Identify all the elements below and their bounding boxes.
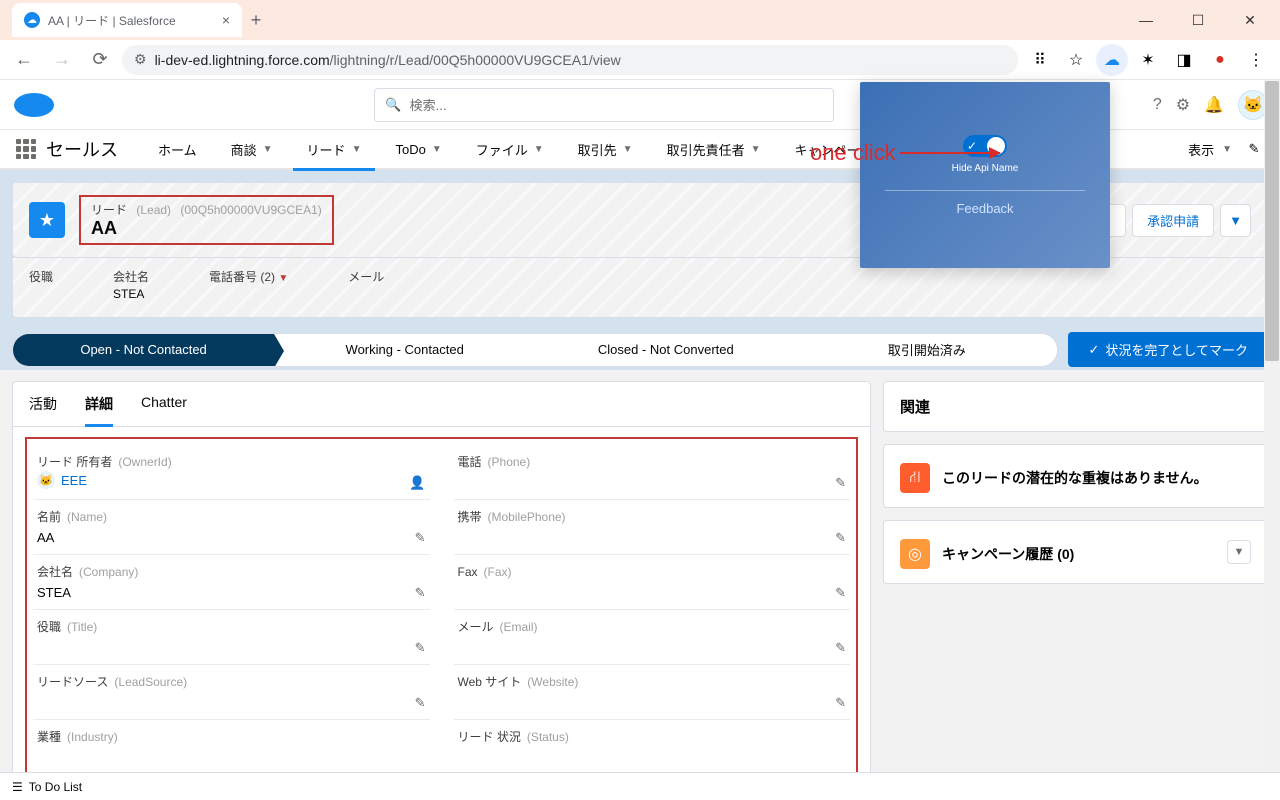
nav-file[interactable]: ファイル▼ (462, 129, 558, 169)
chevron-down-icon: ▼ (623, 144, 633, 155)
extensions-icon[interactable]: ✶ (1132, 44, 1164, 76)
salesforce-favicon-icon: ☁ (24, 12, 40, 28)
duplicates-card: ⛙ このリードの潜在的な重複はありません。 (883, 444, 1268, 508)
tab-detail[interactable]: 詳細 (85, 382, 113, 426)
minimize-icon[interactable]: — (1124, 4, 1168, 36)
app-launcher-icon[interactable] (12, 135, 40, 163)
chevron-down-icon: ▼ (263, 144, 273, 155)
path-step[interactable]: Open - Not Contacted (13, 334, 274, 366)
annotation-arrow: one click (810, 140, 1000, 166)
browser-toolbar: ← → ⟳ ⚙ li-dev-ed.lightning.force.com/li… (0, 40, 1280, 80)
detail-fields: リード 所有者(OwnerId)🐱EEE👤 電話(Phone)✎ 名前(Name… (25, 437, 858, 783)
search-icon: 🔍 (385, 97, 401, 113)
related-card: 関連 (883, 381, 1268, 432)
profile-icon[interactable]: ● (1204, 44, 1236, 76)
chevron-down-icon: ▼ (432, 144, 442, 155)
record-title-box: リード (Lead) (00Q5h00000VU9GCEA1) AA (79, 195, 334, 245)
nav-opportunity[interactable]: 商談▼ (217, 129, 287, 169)
translate-icon[interactable]: ⠿ (1024, 44, 1056, 76)
feedback-link[interactable]: Feedback (956, 201, 1013, 216)
chevron-down-icon: ▼ (534, 144, 544, 155)
campaign-icon: ◎ (900, 539, 930, 569)
close-tab-icon[interactable]: × (222, 12, 230, 28)
notifications-icon[interactable]: 🔔 (1204, 95, 1224, 115)
browser-tab[interactable]: ☁ AA | リード | Salesforce × (12, 3, 242, 37)
chevron-down-icon[interactable]: ▼ (1222, 144, 1232, 155)
nav-lead[interactable]: リード▼ (293, 129, 376, 169)
back-button[interactable]: ← (8, 44, 40, 76)
path-assistant: Open - Not Contacted Working - Contacted… (12, 332, 1268, 367)
browser-tab-strip: ☁ AA | リード | Salesforce × + — ☐ ✕ (0, 0, 1280, 40)
edit-icon[interactable]: ✎ (835, 695, 846, 711)
close-window-icon[interactable]: ✕ (1228, 4, 1272, 36)
approve-button[interactable]: 承認申請 (1132, 204, 1214, 237)
lead-icon: ★ (29, 202, 65, 238)
menu-icon[interactable]: ⋮ (1240, 44, 1272, 76)
edit-icon[interactable]: ✎ (835, 530, 846, 546)
nav-account[interactable]: 取引先▼ (564, 129, 647, 169)
todo-list-button[interactable]: To Do List (29, 780, 82, 794)
edit-icon[interactable]: ✎ (835, 475, 846, 491)
record-name: AA (91, 218, 322, 239)
edit-icon[interactable]: ✎ (415, 530, 426, 546)
main-column: 活動 詳細 Chatter リード 所有者(OwnerId)🐱EEE👤 電話(P… (12, 381, 871, 794)
reload-button[interactable]: ⟳ (84, 44, 116, 76)
campaign-history-card: ◎ キャンペーン履歴 (0) ▼ (883, 520, 1268, 584)
forward-button[interactable]: → (46, 44, 78, 76)
help-icon[interactable]: ? (1153, 96, 1162, 114)
tab-title: AA | リード | Salesforce (48, 12, 214, 29)
tab-chatter[interactable]: Chatter (141, 382, 187, 426)
edit-icon[interactable]: ✎ (835, 585, 846, 601)
nav-contact[interactable]: 取引先責任者▼ (653, 129, 775, 169)
edit-icon[interactable]: ✎ (415, 695, 426, 711)
vertical-scrollbar[interactable] (1264, 80, 1280, 772)
side-panel-icon[interactable]: ◨ (1168, 44, 1200, 76)
todo-list-icon[interactable]: ☰ (12, 780, 23, 794)
nav-todo[interactable]: ToDo▼ (381, 129, 455, 169)
maximize-icon[interactable]: ☐ (1176, 4, 1220, 36)
edit-icon[interactable]: ✎ (835, 640, 846, 656)
app-name: セールス (46, 136, 118, 162)
site-settings-icon[interactable]: ⚙ (134, 51, 147, 68)
window-controls: — ☐ ✕ (1124, 4, 1272, 36)
salesforce-logo-icon (12, 91, 56, 119)
path-step[interactable]: Working - Contacted (274, 334, 535, 366)
owner-link[interactable]: EEE (61, 473, 87, 488)
owner-avatar-icon: 🐱 (37, 471, 55, 489)
side-column: 関連 ⛙ このリードの潜在的な重複はありません。 ◎ キャンペーン履歴 (0) … (883, 381, 1268, 794)
scrollbar-thumb[interactable] (1265, 81, 1279, 361)
tab-activity[interactable]: 活動 (29, 382, 57, 426)
path-step[interactable]: Closed - Not Converted (535, 334, 796, 366)
display-label: 表示 (1188, 140, 1214, 159)
divider (885, 190, 1085, 191)
utility-bar: ☰ To Do List (0, 772, 1280, 800)
chevron-down-icon: ▼ (352, 144, 362, 155)
nav-home[interactable]: ホーム (144, 129, 211, 169)
extension-icons: ⠿ ☆ ☁ ✶ ◨ ● ⋮ (1024, 44, 1272, 76)
more-actions-button[interactable]: ▼ (1220, 204, 1251, 237)
mark-complete-button[interactable]: ✓ 状況を完了としてマーク (1068, 332, 1268, 367)
merge-icon: ⛙ (900, 463, 930, 493)
record-tabs: 活動 詳細 Chatter (13, 382, 870, 427)
new-tab-button[interactable]: + (242, 10, 270, 31)
chevron-down-icon: ▼ (751, 144, 761, 155)
setup-gear-icon[interactable]: ⚙ (1176, 95, 1190, 115)
change-owner-icon[interactable]: 👤 (409, 475, 425, 491)
global-search[interactable]: 🔍 検索... (374, 88, 834, 122)
salesforce-extension-icon[interactable]: ☁ (1096, 44, 1128, 76)
edit-icon[interactable]: ✎ (415, 640, 426, 656)
extension-popup: ✓ Hide Api Name Feedback (860, 82, 1110, 268)
edit-icon[interactable]: ✎ (415, 585, 426, 601)
bookmark-icon[interactable]: ☆ (1060, 44, 1092, 76)
path-step[interactable]: 取引開始済み (796, 334, 1057, 366)
address-bar[interactable]: ⚙ li-dev-ed.lightning.force.com/lightnin… (122, 45, 1018, 75)
expand-button[interactable]: ▼ (1227, 540, 1251, 564)
header-utilities: ? ⚙ 🔔 🐱 (1153, 90, 1268, 120)
